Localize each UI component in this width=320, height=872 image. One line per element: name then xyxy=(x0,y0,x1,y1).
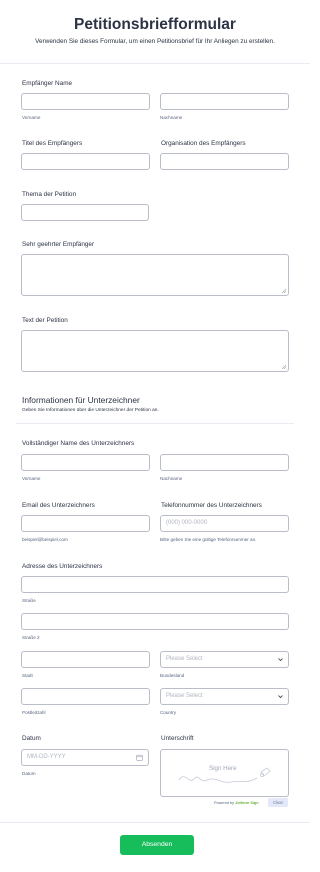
signer-first-name-input[interactable] xyxy=(21,454,150,471)
section-divider xyxy=(16,423,294,424)
street2-sublabel: Straße 2 xyxy=(22,635,40,640)
state-placeholder: Please Select xyxy=(166,656,203,662)
zip-input[interactable] xyxy=(21,688,150,705)
salutation-textarea[interactable] xyxy=(21,254,289,296)
submit-button[interactable]: Absenden xyxy=(120,835,194,855)
signer-section-description: Geben Sie Informationen über die Unterze… xyxy=(22,408,159,413)
jotform-sign-brand: Jotform Sign xyxy=(235,801,259,805)
clear-signature-button[interactable]: Clear xyxy=(268,798,288,807)
powered-by: Powered by Jotform Sign xyxy=(214,801,259,805)
powered-by-text: Powered by xyxy=(214,801,235,805)
recipient-first-name-input[interactable] xyxy=(21,93,150,110)
form-page: Petitionsbriefformular Verwenden Sie die… xyxy=(0,0,310,872)
signer-phone-input[interactable]: (000) 000-0000 xyxy=(160,515,289,532)
recipient-last-sublabel: Nachname xyxy=(160,115,183,120)
date-input[interactable]: MM-DD-YYYY xyxy=(21,749,149,766)
street2-input[interactable] xyxy=(21,613,289,630)
header-divider xyxy=(0,63,310,64)
recipient-first-sublabel: Vorname xyxy=(22,115,41,120)
recipient-last-name-input[interactable] xyxy=(160,93,289,110)
recipient-org-label: Organisation des Empfängers xyxy=(161,140,246,147)
zip-sublabel: Postleitzahl xyxy=(22,710,46,715)
signer-email-input[interactable] xyxy=(21,515,150,532)
recipient-org-input[interactable] xyxy=(160,153,289,170)
resize-grip-icon[interactable] xyxy=(281,364,286,369)
phone-placeholder: (000) 000-0000 xyxy=(166,520,208,526)
recipient-title-label: Titel des Empfängers xyxy=(22,140,83,147)
city-sublabel: Stadt xyxy=(22,673,33,678)
signature-scribble-icon xyxy=(178,767,271,783)
salutation-label: Sehr geehrter Empfänger xyxy=(22,241,95,248)
signer-first-sublabel: Vorname xyxy=(22,476,41,481)
resize-grip-icon[interactable] xyxy=(281,288,286,293)
country-placeholder: Please Select xyxy=(166,693,203,699)
state-sublabel: Bundesland xyxy=(160,673,185,678)
state-select[interactable]: Please Select xyxy=(160,651,289,668)
petition-topic-label: Thema der Petition xyxy=(22,191,76,198)
signer-phone-label: Telefonnummer des Unterzeichners xyxy=(161,502,262,509)
city-input[interactable] xyxy=(21,651,150,668)
petition-text-label: Text der Petition xyxy=(22,317,68,324)
calendar-icon[interactable] xyxy=(136,754,143,761)
chevron-down-icon xyxy=(278,695,283,699)
signer-fullname-label: Vollständiger Name des Unterzeichners xyxy=(22,440,135,447)
signer-last-sublabel: Nachname xyxy=(160,476,183,481)
signature-pad[interactable]: Sign Here xyxy=(160,749,289,797)
country-sublabel: Country xyxy=(160,710,177,715)
date-label: Datum xyxy=(22,735,41,742)
signer-email-sublabel: beispiel@beispiel.com xyxy=(22,537,68,542)
signer-phone-sublabel: Bitte geben Sie eine gültige Telefonnumm… xyxy=(160,537,257,542)
date-sublabel: Datum xyxy=(22,771,36,776)
footer-divider xyxy=(0,822,310,823)
form-subtitle: Verwenden Sie dieses Formular, um einen … xyxy=(35,38,275,45)
street-sublabel: Straße xyxy=(22,598,36,603)
signer-email-label: Email des Unterzeichners xyxy=(22,502,95,509)
recipient-name-label: Empfänger Name xyxy=(22,80,73,87)
signer-last-name-input[interactable] xyxy=(160,454,289,471)
signature-label: Unterschrift xyxy=(161,735,194,742)
signer-address-label: Adresse des Unterzeichners xyxy=(22,563,103,570)
street-input[interactable] xyxy=(21,576,289,593)
petition-text-textarea[interactable] xyxy=(21,330,289,372)
chevron-down-icon xyxy=(278,658,283,662)
recipient-title-input[interactable] xyxy=(21,153,150,170)
petition-topic-input[interactable] xyxy=(21,204,149,221)
country-select[interactable]: Please Select xyxy=(160,688,289,705)
date-placeholder: MM-DD-YYYY xyxy=(27,754,66,760)
signer-section-heading: Informationen für Unterzeichner xyxy=(22,395,140,405)
form-title: Petitionsbriefformular xyxy=(74,16,236,33)
